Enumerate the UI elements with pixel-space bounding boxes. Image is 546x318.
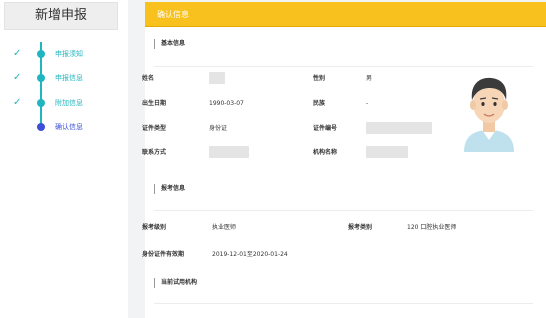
divider — [154, 210, 533, 211]
step-label: 确认信息 — [55, 123, 83, 131]
divider — [154, 303, 533, 304]
step-declaration-notice[interactable]: ✓ 申报须知 — [0, 46, 128, 62]
check-icon: ✓ — [13, 48, 22, 59]
contact-redacted — [209, 146, 249, 158]
ethnicity-value: - — [366, 100, 369, 107]
check-icon: ✓ — [13, 97, 22, 108]
birth-date-label: 出生日期 — [142, 100, 167, 107]
birth-date-value: 1990-03-07 — [209, 100, 244, 107]
exam-category-value: 120 口腔执业医师 — [407, 224, 457, 231]
panel-header: 确认信息 — [145, 2, 546, 27]
check-icon: ✓ — [13, 72, 22, 83]
org-name-label: 机构名称 — [313, 149, 338, 156]
step-label: 申报信息 — [55, 74, 83, 82]
step-confirm-info[interactable]: 确认信息 — [0, 119, 128, 135]
name-label: 姓名 — [142, 75, 155, 82]
step-declaration-info[interactable]: ✓ 申报信息 — [0, 70, 128, 86]
contact-label: 联系方式 — [142, 149, 167, 156]
id-validity-label: 身份证件有效期 — [142, 251, 185, 258]
sidebar: 新增申报 ✓ 申报须知 ✓ 申报信息 ✓ 附加信息 确认信息 — [0, 0, 128, 318]
panel-header-title: 确认信息 — [157, 10, 189, 19]
section-title-basic-info: 基本信息 — [154, 39, 185, 49]
id-validity-value: 2019-12-01至2020-01-24 — [212, 251, 288, 258]
org-name-redacted — [366, 146, 408, 158]
divider — [154, 66, 533, 67]
gender-label: 性别 — [313, 75, 326, 82]
step-label: 附加信息 — [55, 99, 83, 107]
id-type-value: 身份证 — [209, 125, 228, 132]
gender-value: 男 — [366, 75, 373, 82]
step-dot — [37, 74, 45, 82]
id-number-label: 证件编号 — [313, 125, 338, 132]
exam-level-value: 执业医师 — [212, 224, 237, 231]
step-dot-current — [37, 123, 45, 131]
step-dot — [37, 50, 45, 58]
ethnicity-label: 民族 — [313, 100, 326, 107]
step-dot — [37, 99, 45, 107]
section-title-trial-org: 当前试用机构 — [154, 278, 197, 288]
id-type-label: 证件类型 — [142, 125, 167, 132]
step-additional-info[interactable]: ✓ 附加信息 — [0, 95, 128, 111]
section-title-exam-info: 报考信息 — [154, 184, 185, 194]
avatar — [464, 77, 514, 152]
id-number-redacted — [366, 122, 432, 134]
sidebar-title: 新增申报 — [4, 2, 118, 30]
confirm-panel: 确认信息 基本信息 — [145, 2, 546, 318]
step-label: 申报须知 — [55, 50, 83, 58]
exam-level-label: 报考级别 — [142, 224, 167, 231]
name-redacted — [209, 72, 225, 84]
exam-category-label: 报考类别 — [348, 224, 373, 231]
